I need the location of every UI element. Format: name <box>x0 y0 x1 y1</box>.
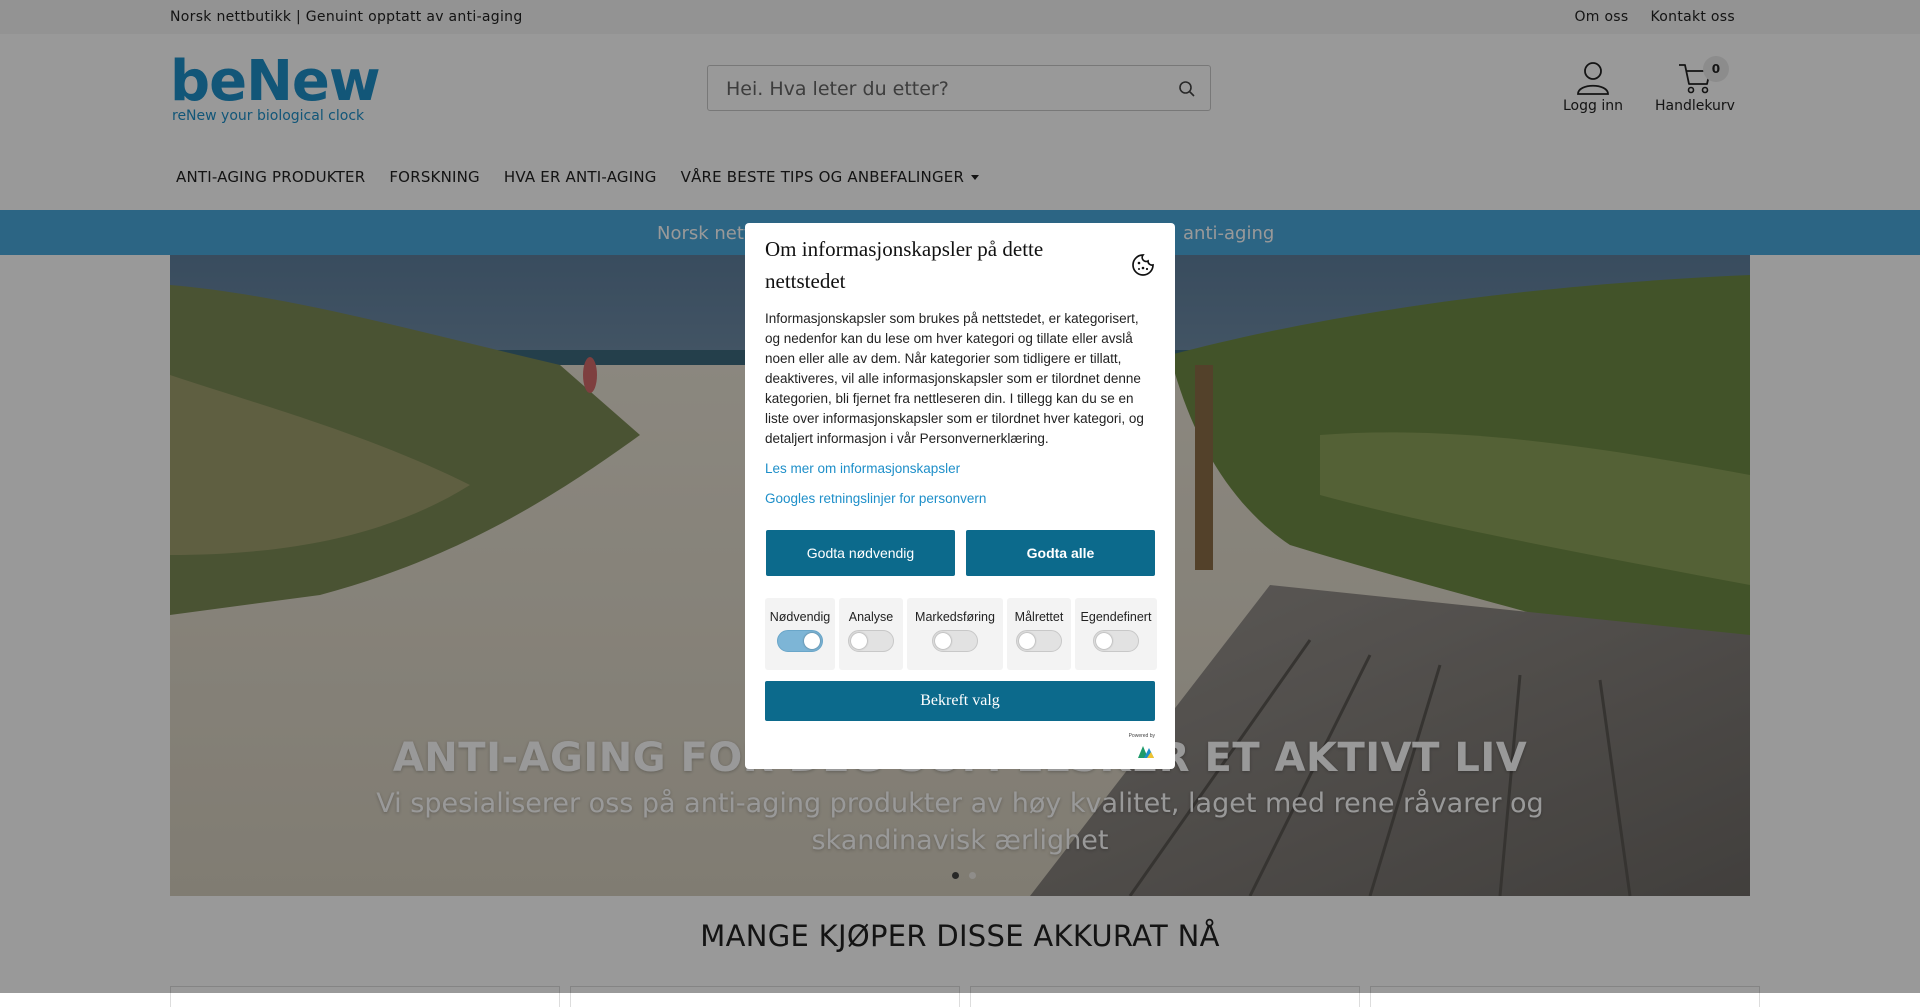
cookiebot-logo-icon <box>1138 746 1154 758</box>
confirm-choice-button[interactable]: Bekreft valg <box>765 681 1155 721</box>
marketing-toggle[interactable] <box>932 630 978 652</box>
targeted-toggle[interactable] <box>1016 630 1062 652</box>
google-privacy-link[interactable]: Googles retningslinjer for personvern <box>765 491 986 506</box>
accept-all-button[interactable]: Godta alle <box>966 530 1155 576</box>
category-analysis: Analyse <box>839 598 903 670</box>
learn-more-cookies-link[interactable]: Les mer om informasjonskapsler <box>765 461 960 476</box>
cookie-dialog-title: Om informasjonskapsler på dette nettsted… <box>765 237 1044 293</box>
category-label: Egendefinert <box>1080 610 1152 624</box>
cookie-dialog-body: Informasjonskapsler som brukes på nettst… <box>765 311 1144 446</box>
category-label: Markedsføring <box>915 610 995 624</box>
category-label: Analyse <box>848 610 894 624</box>
cookie-icon <box>1132 254 1154 276</box>
analysis-toggle[interactable] <box>848 630 894 652</box>
category-label: Nødvendig <box>769 610 831 624</box>
accept-necessary-button[interactable]: Godta nødvendig <box>766 530 955 576</box>
category-custom: Egendefinert <box>1075 598 1157 670</box>
category-targeted: Målrettet <box>1007 598 1071 670</box>
cookie-consent-dialog: Om informasjonskapsler på dette nettsted… <box>745 223 1175 769</box>
category-marketing: Markedsføring <box>907 598 1003 670</box>
powered-by-label: Powered by <box>1128 733 1155 739</box>
category-label: Målrettet <box>1014 610 1064 624</box>
cookie-category-toggles: Nødvendig Analyse Markedsføring Målrette… <box>765 598 1157 670</box>
category-necessary: Nødvendig <box>765 598 835 670</box>
powered-by: Powered by <box>1129 733 1155 761</box>
custom-toggle[interactable] <box>1093 630 1139 652</box>
necessary-toggle[interactable] <box>777 630 823 652</box>
